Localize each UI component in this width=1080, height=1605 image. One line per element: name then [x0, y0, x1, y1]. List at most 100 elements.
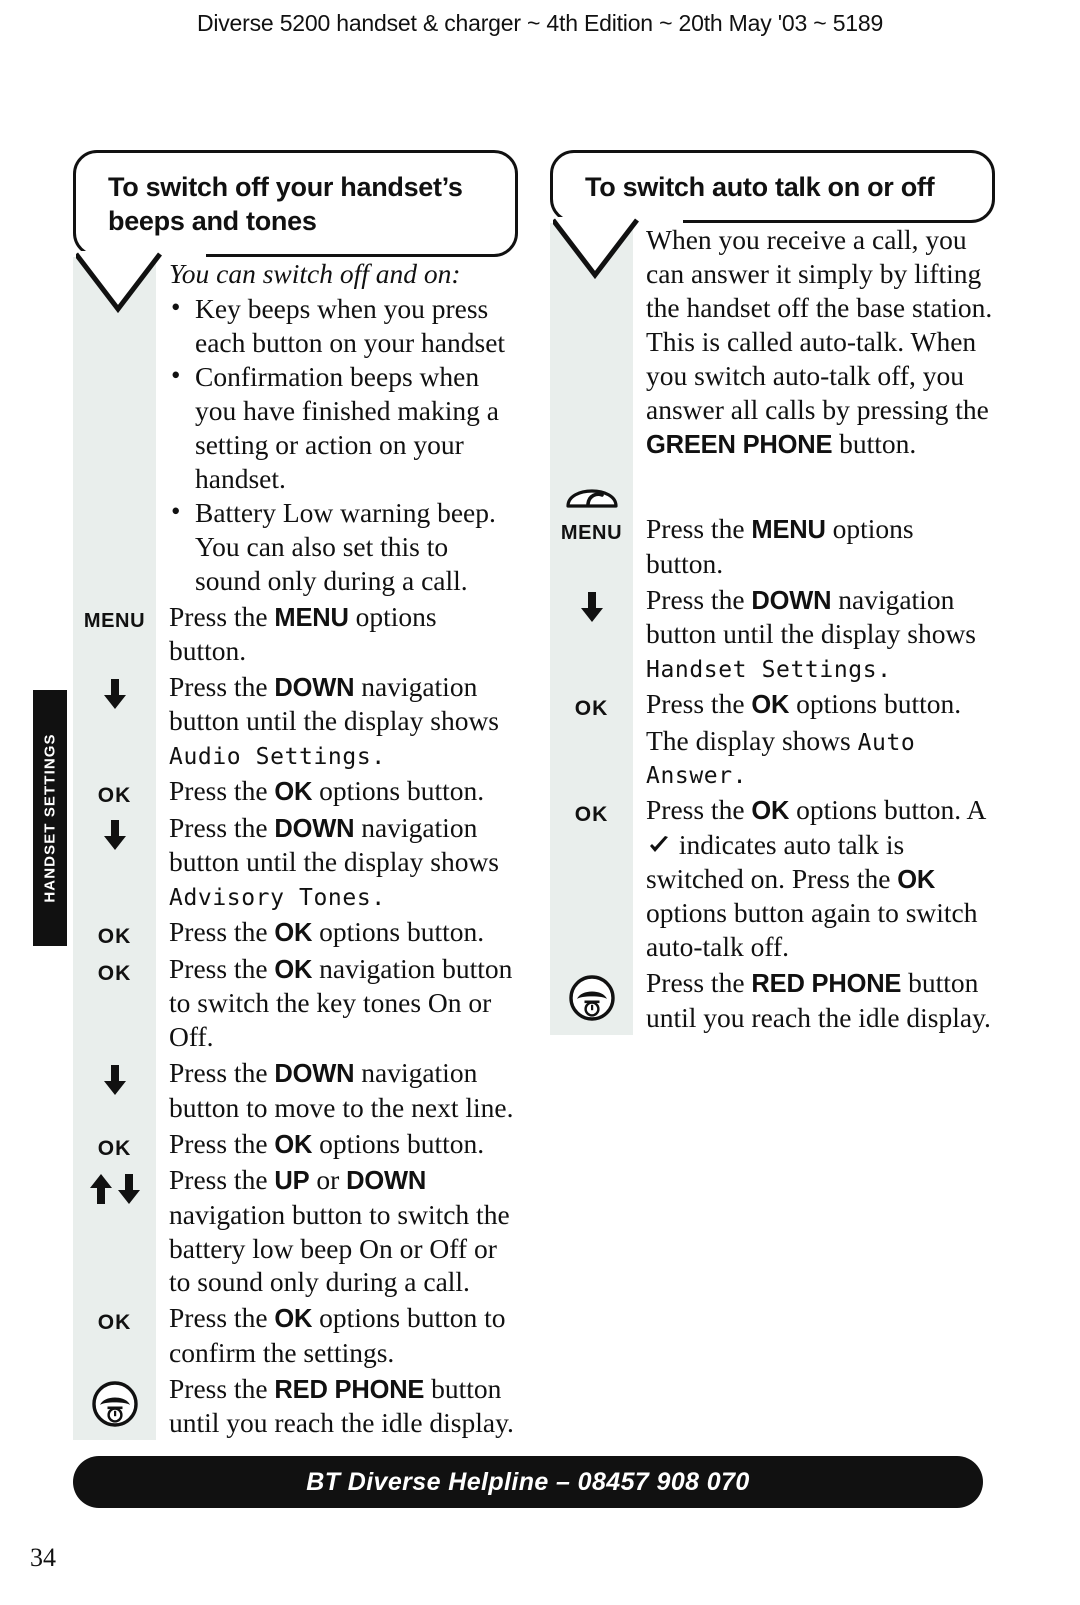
emphasis-text: RED PHONE	[274, 1375, 425, 1404]
red-phone-icon	[568, 975, 615, 1021]
list-item: Confirmation beeps when you have finishe…	[169, 359, 518, 496]
helpline-footer: BT Diverse Helpline – 08457 908 070	[73, 1456, 983, 1508]
instruction-step: MENU Press the MENU options button.	[550, 512, 995, 580]
step-instruction-text: Press the OK options button to confirm t…	[156, 1301, 518, 1369]
emphasis-text: MENU	[274, 603, 349, 632]
up-down-arrows-icon	[88, 1170, 142, 1206]
instruction-step: OK Press the OK options button.	[73, 1127, 518, 1161]
step-text: Press the	[169, 600, 275, 632]
step-text: Press the	[169, 1372, 275, 1404]
menu-key-icon: MENU	[83, 609, 146, 632]
step-text: options button.	[312, 775, 485, 807]
right-steps: When you receive a call, you can answer …	[550, 223, 995, 1035]
emphasis-text: DOWN	[274, 674, 355, 702]
step-text: Press the	[169, 916, 275, 948]
step-text: Press the	[646, 967, 752, 999]
step-text: Press the	[169, 1057, 275, 1089]
instruction-step: OK Press the OK options button.	[73, 915, 518, 949]
emphasis-text: DOWN	[751, 586, 832, 615]
page-number: 34	[30, 1543, 56, 1572]
ok-key-icon: OK	[574, 697, 609, 721]
ok-key-icon: OK	[97, 1136, 132, 1160]
step-instruction-text: Press the OK navigation button to switch…	[156, 952, 518, 1054]
right-column: To switch auto talk on or off When you r…	[550, 150, 995, 1037]
down-arrow-icon	[103, 1065, 126, 1096]
display-readout-text: Handset Settings.	[646, 657, 892, 684]
step-icon-cell	[73, 1163, 156, 1206]
emphasis-text: UP	[274, 1167, 310, 1196]
step-instruction-text: Press the OK options button.	[156, 915, 518, 949]
step-icon-cell: MENU	[73, 600, 156, 631]
emphasis-text: OK	[274, 778, 313, 807]
step-text: options button. A	[789, 794, 985, 826]
step-icon-cell: OK	[550, 687, 633, 719]
intro-lead: You can switch off and on:	[169, 258, 461, 290]
left-body: You can switch off and on:Key beeps when…	[73, 257, 518, 1441]
step-text: Press the	[646, 583, 752, 615]
down-arrow-icon	[103, 819, 126, 850]
instruction-step: OK Press the OK options button.	[550, 687, 995, 721]
running-head: Diverse 5200 handset & charger ~ 4th Edi…	[196, 10, 884, 36]
instruction-step: Press the DOWN navigation button until t…	[73, 811, 518, 913]
step-instruction-text: Press the OK options button. A indicates…	[633, 793, 995, 964]
list-item: Battery Low warning beep. You can also s…	[169, 495, 518, 598]
instruction-step: OK Press the OK navigation button to swit…	[73, 952, 518, 1054]
emphasis-text: OK	[274, 919, 313, 948]
left-heading-bubble: To switch off your handset’s beeps and t…	[73, 150, 518, 314]
step-instruction-text: When you receive a call, you can answer …	[633, 223, 995, 461]
list-item: Key beeps when you press each button on …	[169, 291, 518, 360]
right-body: When you receive a call, you can answer …	[550, 223, 995, 1036]
emphasis-text: OK	[274, 1305, 313, 1334]
step-icon-cell	[73, 811, 156, 852]
step-instruction-text: The display shows Auto Answer.	[633, 724, 995, 792]
emphasis-text: OK	[751, 797, 790, 826]
step-icon-cell	[550, 724, 633, 731]
step-instruction-text: Press the DOWN navigation button to move…	[156, 1056, 518, 1124]
step-instruction-text: Press the RED PHONE button until you rea…	[156, 1372, 518, 1440]
emphasis-text: OK	[897, 865, 936, 894]
emphasis-text: DOWN	[274, 814, 355, 843]
down-arrow-icon	[580, 591, 603, 622]
left-steps: You can switch off and on:Key beeps when…	[73, 257, 518, 1440]
step-text: Press the	[169, 811, 275, 843]
step-instruction-text: Press the UP or DOWN navigation button t…	[156, 1163, 518, 1299]
emphasis-text: OK	[274, 1130, 313, 1159]
step-icon-cell: OK	[73, 915, 156, 947]
helpline-text: BT Diverse Helpline – 08457 908 070	[306, 1467, 750, 1496]
ok-key-icon: OK	[97, 925, 132, 949]
step-text: options button.	[312, 916, 485, 948]
right-heading-bubble: To switch auto talk on or off	[550, 150, 995, 280]
checkmark-icon	[650, 835, 668, 852]
ok-key-icon: OK	[97, 784, 132, 808]
left-column: To switch off your handset’s beeps and t…	[73, 150, 518, 1442]
down-arrow-icon	[117, 1174, 140, 1205]
step-text: Press the	[646, 688, 752, 720]
step-instruction-text: Press the OK options button.	[633, 687, 995, 721]
instruction-step: Press the UP or DOWN navigation button t…	[73, 1163, 518, 1299]
step-text: Press the	[169, 1302, 275, 1334]
step-icon-cell: OK	[550, 793, 633, 825]
ok-key-icon: OK	[97, 961, 132, 985]
step-text: button.	[832, 427, 917, 459]
speech-bubble-tail	[553, 217, 683, 280]
step-icon-cell: OK	[73, 774, 156, 806]
step-instruction-text: Press the MENU options button.	[633, 512, 995, 580]
green-phone-icon	[565, 489, 618, 508]
step-icon-cell: OK	[73, 1127, 156, 1159]
step-instruction-text: Press the RED PHONE button until you rea…	[633, 966, 995, 1034]
step-instruction-text: Press the DOWN navigation button until t…	[156, 811, 518, 913]
emphasis-text: GREEN PHONE	[646, 430, 833, 459]
left-heading-text: To switch off your handset’s beeps and t…	[108, 172, 463, 237]
speech-bubble-tail	[76, 251, 206, 314]
step-text: Press the	[646, 794, 752, 826]
emphasis-text: OK	[274, 955, 313, 984]
step-icon-cell: MENU	[550, 512, 633, 543]
step-instruction-text: Press the OK options button.	[156, 774, 518, 808]
instruction-step: Press the DOWN navigation button to move…	[73, 1056, 518, 1124]
instruction-step: The display shows Auto Answer.	[550, 724, 995, 792]
instruction-step: OK Press the OK options button to confirm…	[73, 1301, 518, 1369]
instruction-step: OK Press the OK options button. A indicat…	[550, 793, 995, 964]
step-icon-cell: OK	[73, 952, 156, 984]
step-instruction-text: Press the MENU options button.	[156, 600, 518, 668]
instruction-step: OK Press the OK options button.	[73, 774, 518, 808]
